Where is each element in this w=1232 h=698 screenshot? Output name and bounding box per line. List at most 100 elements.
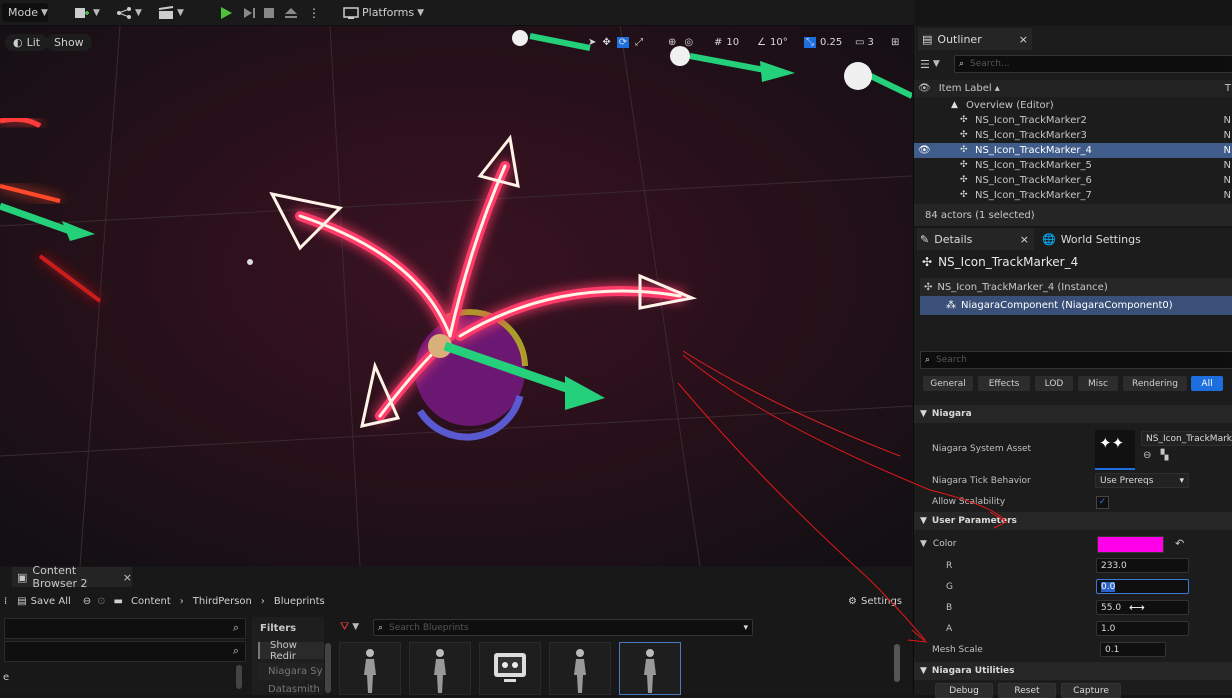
close-icon[interactable]: × <box>1020 233 1029 246</box>
tab-content-browser[interactable]: ▣ Content Browser 2 × <box>12 564 132 590</box>
component-root[interactable]: ✣ NS_Icon_TrackMarker_4 (Instance) <box>920 278 1232 296</box>
asset-thumbnail[interactable] <box>479 642 541 695</box>
outliner-row[interactable]: ✣ NS_Icon_TrackMarker3 N <box>914 128 1232 143</box>
filter-tab-all[interactable]: All <box>1191 376 1223 391</box>
filter-button[interactable]: ☰ ▼ <box>920 56 940 72</box>
layout-button[interactable]: ⊞ <box>891 33 899 51</box>
save-all-button[interactable]: Save All <box>31 596 71 607</box>
rotate-snap-toggle[interactable]: ∠ 10° <box>757 33 788 51</box>
filter-item[interactable]: Datasmith <box>258 684 324 694</box>
grid-snap-toggle[interactable]: # 10 <box>714 33 739 51</box>
color-property[interactable]: ▼ Color <box>920 539 956 549</box>
close-icon[interactable]: × <box>123 571 132 584</box>
filter-item[interactable]: Show Redir <box>258 640 324 662</box>
details-search-input[interactable]: ⌕ Search <box>920 351 1232 369</box>
stop-button[interactable] <box>263 4 275 21</box>
show-button[interactable]: Show <box>46 34 92 51</box>
breadcrumb-item[interactable]: Blueprints <box>274 596 325 607</box>
outliner-row[interactable]: ✣ NS_Icon_TrackMarker2 N <box>914 113 1232 128</box>
sources-search-input[interactable]: ⌕ <box>4 618 246 639</box>
filter-tab-effects[interactable]: Effects <box>978 376 1030 391</box>
system-asset-field[interactable]: NS_Icon_TrackMarker_ <box>1141 431 1232 446</box>
move-icon[interactable]: ✥ <box>602 37 610 48</box>
select-icon[interactable]: ➤ <box>588 37 596 48</box>
play-button[interactable] <box>219 4 233 21</box>
viewport-options-button[interactable]: ◐ Lit <box>5 34 49 51</box>
back-icon[interactable]: ⊖ <box>83 596 91 607</box>
scale-icon[interactable]: ⤢ <box>635 37 643 48</box>
rotate-icon[interactable]: ⟳ <box>616 36 630 48</box>
tick-behavior-select[interactable]: Use Prereqs ▾ <box>1095 473 1189 488</box>
filter-tab-misc[interactable]: Misc <box>1078 376 1118 391</box>
asset-thumbnail-selected[interactable] <box>619 642 681 695</box>
add-actor-button[interactable]: ▼ <box>74 4 100 21</box>
filter-item[interactable]: Niagara Sy <box>258 663 324 680</box>
allow-scalability-checkbox[interactable]: ✓ <box>1096 496 1109 509</box>
r-field[interactable]: 233.0 <box>1096 558 1189 573</box>
debug-button[interactable]: Debug <box>935 683 993 698</box>
scale-snap-toggle[interactable]: ⤡ 0.25 <box>804 33 842 51</box>
capture-button[interactable]: Capture <box>1061 683 1121 698</box>
globe-icon: 🌐 <box>1042 232 1056 246</box>
type-column[interactable]: T <box>1225 83 1231 94</box>
open-asset-icon[interactable]: ▚ <box>1161 450 1169 461</box>
filter-tab-rendering[interactable]: Rendering <box>1123 376 1187 391</box>
tab-world-settings[interactable]: 🌐 World Settings <box>1042 228 1141 250</box>
mesh-scale-field[interactable]: 0.1 <box>1100 642 1166 657</box>
asset-search-placeholder: Search Blueprints <box>389 622 469 633</box>
outliner-row[interactable]: ✣ NS_Icon_TrackMarker_6 N <box>914 173 1232 188</box>
asset-filter-button[interactable]: ⛛ ▼ <box>340 620 359 634</box>
world-local-toggle[interactable]: ⊕ ◎ <box>668 33 693 51</box>
category-user-parameters[interactable]: ▼ User Parameters <box>914 512 1232 530</box>
outliner-row[interactable]: ✣ NS_Icon_TrackMarker_7 N <box>914 188 1232 203</box>
advance-frame-button[interactable] <box>242 4 256 21</box>
blueprints-button[interactable]: ▼ <box>116 4 142 21</box>
asset-thumbnail[interactable] <box>549 642 611 695</box>
mode-dropdown[interactable]: Mode ▼ <box>2 3 48 22</box>
close-icon[interactable]: × <box>1019 33 1028 46</box>
camera-speed-button[interactable]: ▭ 3 <box>855 33 874 51</box>
collections-search-input[interactable]: ⌕ <box>4 641 246 662</box>
eject-button[interactable] <box>284 4 298 21</box>
play-icon <box>221 6 232 19</box>
category-niagara-utilities[interactable]: ▼ Niagara Utilities <box>914 662 1232 680</box>
category-niagara[interactable]: ▼ Niagara <box>914 405 1232 423</box>
breadcrumb-item[interactable]: Content <box>131 596 171 607</box>
asset-thumbnail[interactable] <box>339 642 401 695</box>
asset-scrollbar[interactable] <box>894 644 900 682</box>
browse-icon[interactable]: ⊖ <box>1143 450 1151 461</box>
filter-tab-general[interactable]: General <box>923 376 973 391</box>
system-asset-thumbnail[interactable]: ✦✦ <box>1095 430 1135 470</box>
component-child[interactable]: ⁂ NiagaraComponent (NiagaraComponent0) <box>920 296 1232 315</box>
reset-button[interactable]: Reset <box>998 683 1056 698</box>
b-field[interactable]: 55.0 ⟷ <box>1096 600 1189 615</box>
filters-scrollbar[interactable] <box>325 643 331 693</box>
play-options-button[interactable]: ⋮ <box>308 4 320 21</box>
outliner-root[interactable]: ▲ Overview (Editor) <box>914 98 1232 113</box>
tab-details[interactable]: ✎ Details × <box>917 228 1034 250</box>
settings-button[interactable]: Settings <box>861 596 902 607</box>
grid-snap-value: 10 <box>726 36 740 48</box>
breadcrumb-item[interactable]: ThirdPerson <box>193 596 252 607</box>
eye-icon[interactable]: 👁 <box>918 83 931 94</box>
outliner-search-input[interactable]: ⌕ Search... <box>954 55 1232 73</box>
platforms-button[interactable]: Platforms ▼ <box>343 4 424 21</box>
tab-outliner[interactable]: ▤ Outliner × <box>918 28 1032 50</box>
asset-search-input[interactable]: ⌕ Search Blueprints ▾ <box>373 619 753 636</box>
cinematics-button[interactable]: ▼ <box>158 4 184 21</box>
a-field[interactable]: 1.0 <box>1096 621 1189 636</box>
reset-to-default-icon[interactable]: ↶ <box>1175 537 1184 550</box>
color-swatch[interactable] <box>1097 536 1164 553</box>
g-field[interactable]: 0.0 <box>1096 579 1189 594</box>
outliner-row-selected[interactable]: 👁 ✣ NS_Icon_TrackMarker_4 N <box>914 143 1232 158</box>
item-label-column[interactable]: Item Label ▴ <box>939 83 1000 94</box>
history-icon[interactable]: ⊙ <box>97 596 105 607</box>
level-viewport[interactable]: ◐ Lit Show ➤ ✥ ⟳ ⤢ ⊕ ◎ # 10 ∠ 10° ⤡ 0.25… <box>0 26 912 566</box>
filter-tab-lod[interactable]: LOD <box>1035 376 1073 391</box>
eye-icon[interactable]: 👁 <box>918 145 956 156</box>
asset-thumbnail[interactable] <box>409 642 471 695</box>
asset-actions: ⊖ ▚ <box>1143 450 1168 461</box>
sources-scrollbar[interactable] <box>236 665 242 689</box>
outliner-row-type: N <box>1223 175 1231 186</box>
outliner-row[interactable]: ✣ NS_Icon_TrackMarker_5 N <box>914 158 1232 173</box>
